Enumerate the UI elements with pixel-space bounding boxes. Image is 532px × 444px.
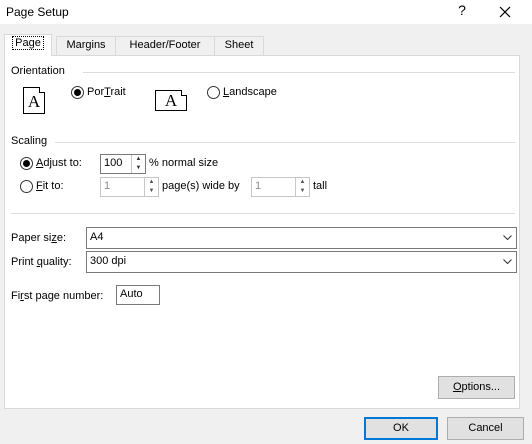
first-page-number-label: First page number: [11,290,104,302]
tab-header-footer[interactable]: Header/Footer [115,36,215,55]
print-quality-select[interactable]: 300 dpi [86,251,517,273]
spin-down-icon[interactable]: ▼ [296,187,309,196]
pages-wide-label: page(s) wide by [162,180,240,192]
first-page-number-value: Auto [120,288,143,300]
close-button[interactable] [494,1,516,23]
title-bar: Page Setup ? [0,0,532,24]
scaling-divider [55,142,515,143]
landscape-icon-letter: A [164,91,178,110]
fit-wide-spin-arrows[interactable]: ▲ ▼ [144,178,158,196]
spin-up-icon[interactable]: ▲ [296,178,309,187]
fit-tall-spin-arrows[interactable]: ▲ ▼ [295,178,309,196]
spin-down-icon[interactable]: ▼ [132,164,145,173]
fit-to-label[interactable]: Fit to: [36,180,64,192]
page-tab-panel: Orientation A PorTrait A Landscape Scali… [4,55,520,409]
window-title: Page Setup [6,5,69,19]
landscape-radio[interactable] [207,86,220,99]
orientation-heading: Orientation [11,65,65,77]
landscape-label[interactable]: Landscape [223,86,277,98]
orientation-divider [83,72,515,73]
help-button[interactable]: ? [453,2,471,22]
scaling-bottom-divider [11,213,515,214]
portrait-icon-letter: A [27,92,41,111]
print-quality-label: Print quality: [11,256,72,268]
scaling-heading: Scaling [11,135,48,147]
print-quality-value: 300 dpi [90,255,127,267]
cancel-button[interactable]: Cancel [447,417,524,440]
paper-size-select[interactable]: A4 [86,227,517,249]
options-button[interactable]: Options... [438,376,515,399]
spin-up-icon[interactable]: ▲ [145,178,158,187]
tab-page[interactable]: Page [4,34,52,56]
fit-wide-value: 1 [104,180,111,192]
fit-tall-spinner[interactable]: 1 ▲ ▼ [251,177,310,197]
page-setup-dialog: Page Setup ? Page Margins Header/Footer … [0,0,532,444]
fit-tall-value: 1 [255,180,262,192]
adjust-to-spin-arrows[interactable]: ▲ ▼ [131,155,145,173]
portrait-label[interactable]: PorTrait [87,86,126,98]
spin-up-icon[interactable]: ▲ [132,155,145,164]
paper-size-value: A4 [90,231,104,243]
fit-wide-spinner[interactable]: 1 ▲ ▼ [100,177,159,197]
chevron-down-icon[interactable] [499,252,516,272]
adjust-to-label[interactable]: Adjust to: [36,157,82,169]
adjust-to-radio[interactable] [20,157,33,170]
landscape-page-icon: A [155,90,187,111]
tab-sheet[interactable]: Sheet [214,36,264,55]
close-icon [499,6,511,18]
ok-button[interactable]: OK [364,417,438,440]
fit-to-radio[interactable] [20,180,33,193]
tab-margins[interactable]: Margins [56,36,116,55]
spin-down-icon[interactable]: ▼ [145,187,158,196]
adjust-to-value: 100 [104,157,123,169]
first-page-number-input[interactable]: Auto [116,285,160,305]
adjust-to-spinner[interactable]: 100 ▲ ▼ [100,154,146,174]
portrait-page-icon: A [23,87,45,114]
tall-label: tall [313,180,328,192]
normal-size-label: % normal size [149,157,219,169]
portrait-radio[interactable] [71,86,84,99]
chevron-down-icon[interactable] [499,228,516,248]
paper-size-label: Paper size: [11,232,67,244]
tab-page-label: Page [12,36,44,50]
